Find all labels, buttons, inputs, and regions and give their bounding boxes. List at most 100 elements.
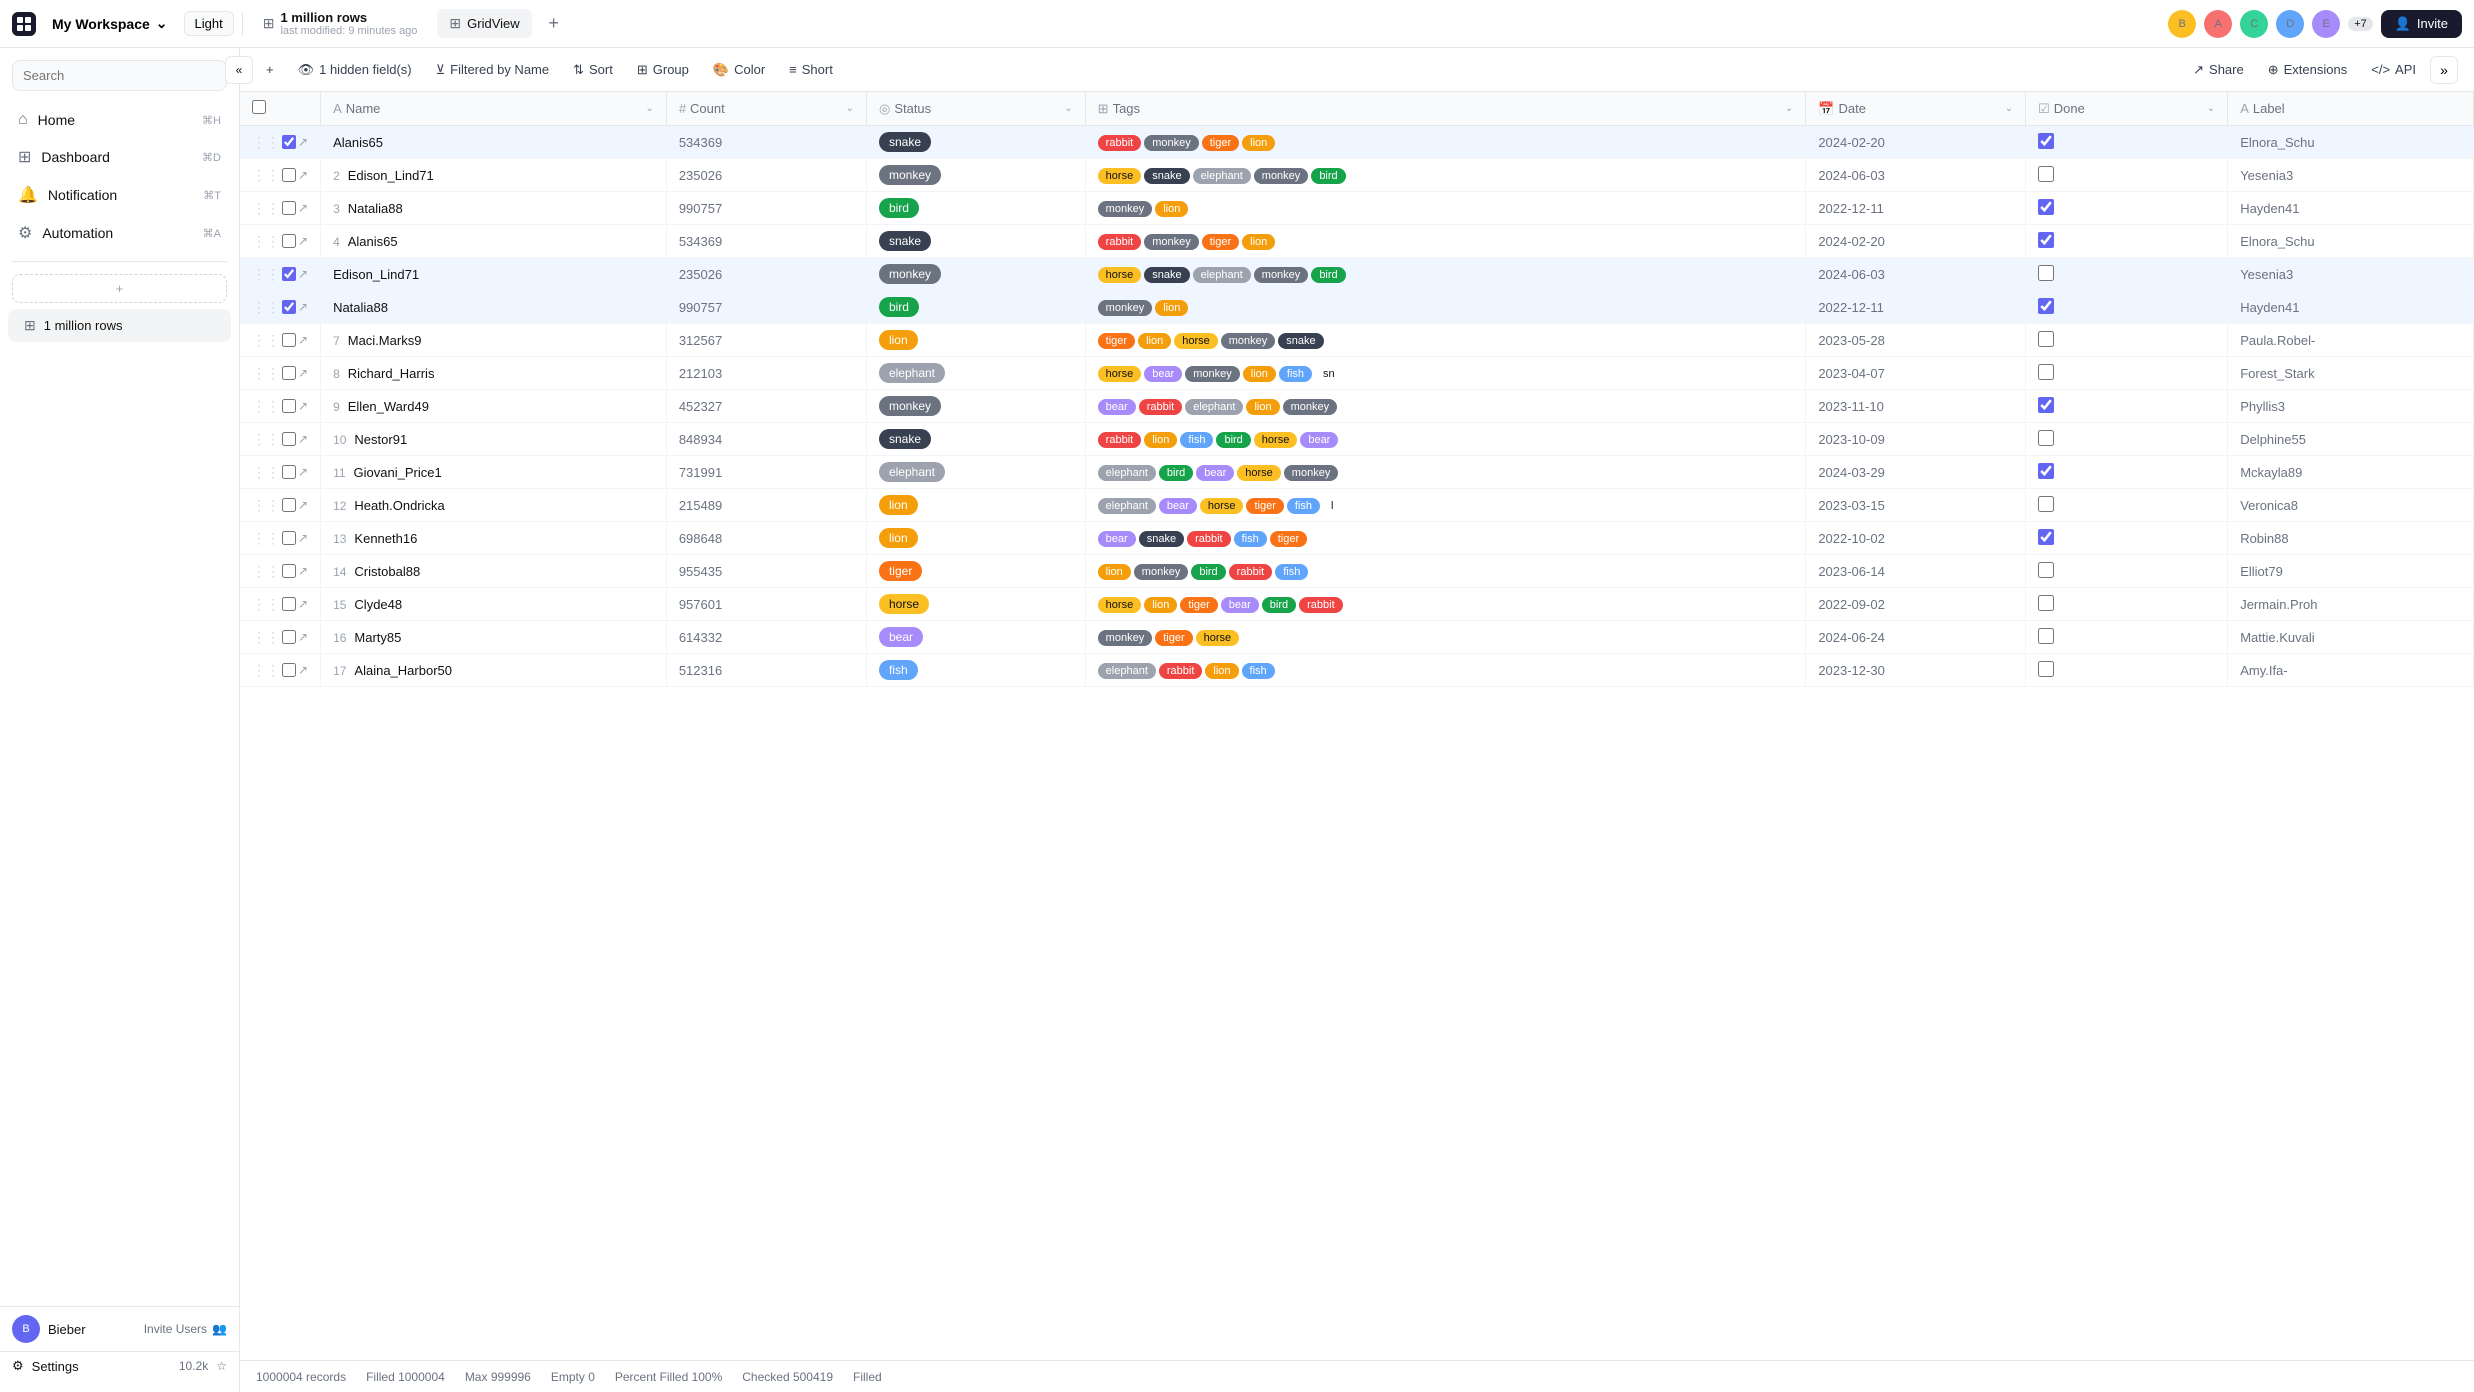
col-tags[interactable]: ⊞ Tags ⌄ — [1085, 92, 1806, 126]
col-count[interactable]: # Count ⌄ — [666, 92, 866, 126]
drag-handle[interactable]: ⋮⋮ — [252, 497, 280, 514]
done-checkbox[interactable] — [2038, 265, 2054, 281]
row-checkbox[interactable] — [282, 597, 296, 611]
drag-handle[interactable]: ⋮⋮ — [252, 431, 280, 448]
sidebar-item-million-rows[interactable]: ⊞ 1 million rows — [8, 309, 231, 342]
row-checkbox[interactable] — [282, 333, 296, 347]
row-checkbox[interactable] — [282, 531, 296, 545]
row-checkbox[interactable] — [282, 300, 296, 314]
drag-handle[interactable]: ⋮⋮ — [252, 233, 280, 250]
expand-row-icon[interactable]: ↗ — [298, 564, 308, 578]
row-checkbox[interactable] — [282, 564, 296, 578]
expand-row-icon[interactable]: ↗ — [298, 135, 308, 149]
expand-row-icon[interactable]: ↗ — [298, 597, 308, 611]
expand-row-icon[interactable]: ↗ — [298, 168, 308, 182]
add-view-button[interactable]: + — [540, 10, 568, 38]
row-checkbox[interactable] — [282, 234, 296, 248]
extensions-button[interactable]: ⊕ Extensions — [2258, 57, 2358, 83]
drag-handle[interactable]: ⋮⋮ — [252, 464, 280, 481]
done-checkbox[interactable] — [2038, 628, 2054, 644]
expand-row-icon[interactable]: ↗ — [298, 234, 308, 248]
drag-handle[interactable]: ⋮⋮ — [252, 200, 280, 217]
drag-handle[interactable]: ⋮⋮ — [252, 398, 280, 415]
collapse-right-panel-button[interactable]: » — [2430, 56, 2458, 84]
row-checkbox[interactable] — [282, 168, 296, 182]
expand-row-icon[interactable]: ↗ — [298, 432, 308, 446]
drag-handle[interactable]: ⋮⋮ — [252, 332, 280, 349]
done-checkbox[interactable] — [2038, 331, 2054, 347]
sidebar-collapse-button[interactable]: « — [225, 56, 253, 84]
sidebar-item-home[interactable]: ⌂ Home ⌘H — [8, 103, 231, 137]
row-checkbox[interactable] — [282, 630, 296, 644]
expand-row-icon[interactable]: ↗ — [298, 663, 308, 677]
expand-row-icon[interactable]: ↗ — [298, 498, 308, 512]
drag-handle[interactable]: ⋮⋮ — [252, 596, 280, 613]
expand-row-icon[interactable]: ↗ — [298, 531, 308, 545]
row-checkbox[interactable] — [282, 201, 296, 215]
tab-gridview[interactable]: ⊞ GridView — [437, 9, 531, 38]
select-all-checkbox[interactable] — [252, 100, 266, 114]
expand-row-icon[interactable]: ↗ — [298, 333, 308, 347]
done-checkbox[interactable] — [2038, 364, 2054, 380]
drag-handle[interactable]: ⋮⋮ — [252, 662, 280, 679]
row-checkbox[interactable] — [282, 465, 296, 479]
invite-button[interactable]: 👤 Invite — [2381, 10, 2462, 38]
expand-row-icon[interactable]: ↗ — [298, 399, 308, 413]
drag-handle[interactable]: ⋮⋮ — [252, 167, 280, 184]
done-checkbox[interactable] — [2038, 463, 2054, 479]
sidebar-item-dashboard[interactable]: ⊞ Dashboard ⌘D — [8, 139, 231, 175]
col-name[interactable]: A Name ⌄ — [321, 92, 667, 126]
expand-row-icon[interactable]: ↗ — [298, 300, 308, 314]
drag-handle[interactable]: ⋮⋮ — [252, 563, 280, 580]
done-checkbox[interactable] — [2038, 496, 2054, 512]
done-checkbox[interactable] — [2038, 430, 2054, 446]
done-checkbox[interactable] — [2038, 232, 2054, 248]
sidebar-item-notification[interactable]: 🔔 Notification ⌘T — [8, 177, 231, 213]
col-done[interactable]: ☑ Done ⌄ — [2026, 92, 2228, 126]
color-button[interactable]: 🎨 Color — [703, 57, 775, 83]
col-status[interactable]: ◎ Status ⌄ — [866, 92, 1085, 126]
done-checkbox[interactable] — [2038, 397, 2054, 413]
expand-row-icon[interactable]: ↗ — [298, 630, 308, 644]
drag-handle[interactable]: ⋮⋮ — [252, 629, 280, 646]
sidebar-item-automation[interactable]: ⚙ Automation ⌘A — [8, 215, 231, 251]
done-checkbox[interactable] — [2038, 661, 2054, 677]
short-button[interactable]: ≡ Short — [779, 57, 843, 82]
settings-left[interactable]: ⚙ Settings — [12, 1358, 79, 1374]
add-table-button[interactable]: + — [12, 274, 227, 303]
row-checkbox[interactable] — [282, 267, 296, 281]
col-date[interactable]: 📅 Date ⌄ — [1806, 92, 2026, 126]
done-checkbox[interactable] — [2038, 595, 2054, 611]
theme-button[interactable]: Light — [184, 11, 234, 36]
row-checkbox[interactable] — [282, 399, 296, 413]
row-checkbox[interactable] — [282, 366, 296, 380]
row-checkbox[interactable] — [282, 135, 296, 149]
done-checkbox[interactable] — [2038, 298, 2054, 314]
hidden-fields-button[interactable]: 👁 1 hidden field(s) — [288, 57, 422, 83]
sort-button[interactable]: ⇅ Sort — [563, 57, 623, 83]
expand-row-icon[interactable]: ↗ — [298, 267, 308, 281]
expand-row-icon[interactable]: ↗ — [298, 366, 308, 380]
share-button[interactable]: ↗ Share — [2183, 57, 2254, 83]
invite-users-button[interactable]: Invite Users 👥 — [144, 1322, 227, 1336]
workspace-button[interactable]: My Workspace ⌄ — [44, 11, 176, 36]
done-checkbox[interactable] — [2038, 166, 2054, 182]
drag-handle[interactable]: ⋮⋮ — [252, 266, 280, 283]
filter-button[interactable]: ⊻ Filtered by Name — [426, 57, 560, 83]
done-checkbox[interactable] — [2038, 199, 2054, 215]
drag-handle[interactable]: ⋮⋮ — [252, 530, 280, 547]
tab-table[interactable]: ⊞ 1 million rows last modified: 9 minute… — [251, 4, 430, 43]
done-checkbox[interactable] — [2038, 562, 2054, 578]
row-checkbox[interactable] — [282, 498, 296, 512]
drag-handle[interactable]: ⋮⋮ — [252, 134, 280, 151]
row-checkbox[interactable] — [282, 663, 296, 677]
col-label[interactable]: A Label — [2228, 92, 2474, 126]
search-input[interactable] — [12, 60, 227, 91]
done-checkbox[interactable] — [2038, 529, 2054, 545]
expand-row-icon[interactable]: ↗ — [298, 465, 308, 479]
api-button[interactable]: </> API — [2361, 57, 2426, 82]
drag-handle[interactable]: ⋮⋮ — [252, 365, 280, 382]
drag-handle[interactable]: ⋮⋮ — [252, 299, 280, 316]
group-button[interactable]: ⊞ Group — [627, 57, 699, 83]
done-checkbox[interactable] — [2038, 133, 2054, 149]
